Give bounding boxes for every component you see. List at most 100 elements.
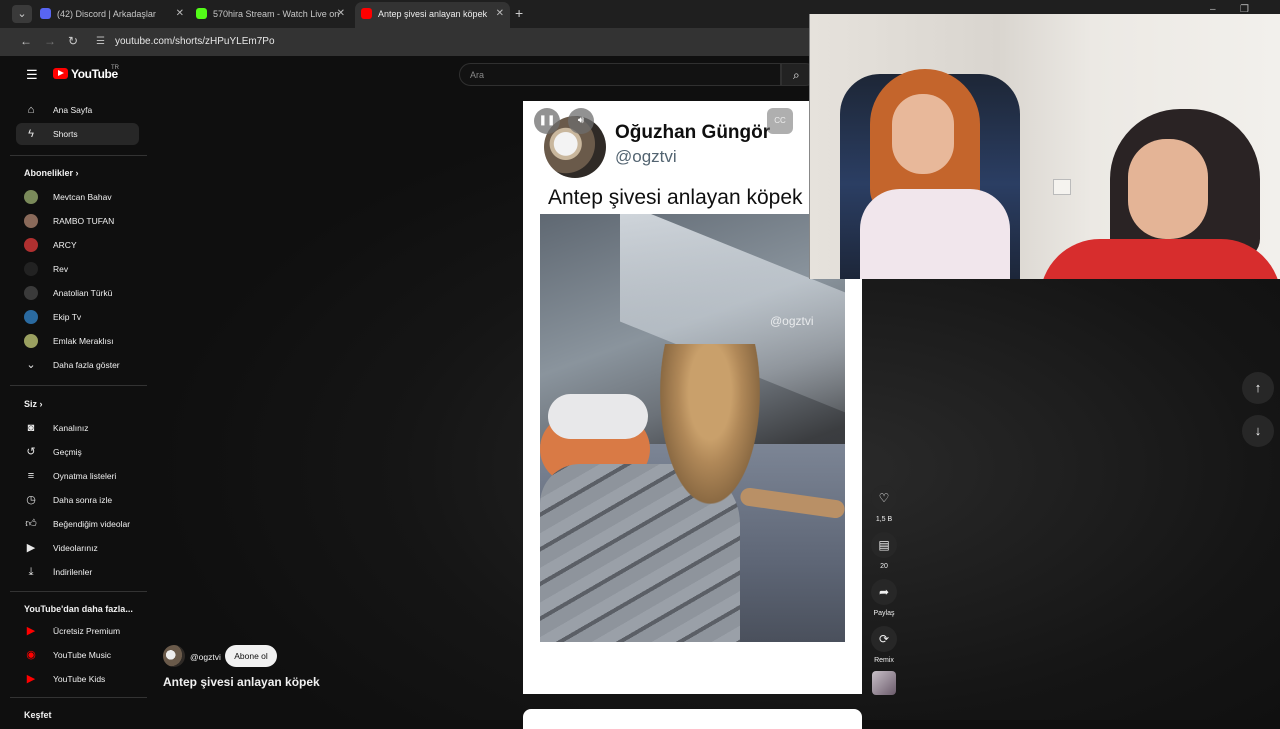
sidebar-item-liked-videos[interactable]: 👍︎ Beğendiğim videolar — [16, 513, 139, 535]
arrow-up-icon: ↑ — [1254, 380, 1262, 395]
arrow-down-icon: ↓ — [1254, 423, 1262, 438]
share-label: Paylaş — [873, 610, 895, 617]
tweet-author-handle: @ogztvi — [615, 147, 677, 166]
heart-icon: ♡ — [878, 491, 890, 505]
captions-button[interactable]: CC — [767, 108, 793, 134]
sidebar-item-home[interactable]: ⌂ Ana Sayfa — [16, 99, 139, 121]
avatar — [24, 214, 38, 228]
sidebar-item-subscription[interactable]: Mevtcan Bahav — [16, 186, 139, 208]
new-tab-button[interactable]: + — [515, 5, 523, 21]
like-button[interactable]: ♡ — [871, 485, 897, 511]
reload-icon[interactable]: ↻ — [68, 34, 78, 48]
more-from-youtube-heading: YouTube'dan daha fazla... — [24, 604, 133, 614]
person-left-face — [892, 94, 954, 174]
comment-icon: ▤ — [878, 538, 890, 552]
person-right-body — [1040, 239, 1280, 279]
like-count: 1,5 B — [875, 516, 893, 523]
youtube-sidebar: ☰ YouTube TR ⌂ Ana Sayfa ϟ Shorts Abonel… — [10, 56, 150, 720]
search-icon: ⌕ — [793, 68, 800, 82]
sidebar-item-your-videos[interactable]: ▶ Videolarınız — [16, 537, 139, 559]
channel-icon: ◙ — [27, 422, 35, 434]
history-icon: ↺ — [26, 446, 36, 458]
home-icon: ⌂ — [27, 104, 35, 116]
share-button[interactable]: ➦ — [871, 579, 897, 605]
comment-button[interactable]: ▤ — [871, 532, 897, 558]
sidebar-item-subscription[interactable]: Anatolian Türkü — [16, 282, 139, 304]
sidebar-item-shorts[interactable]: ϟ Shorts — [16, 123, 139, 145]
sidebar-item-kids[interactable]: ▶ YouTube Kids — [16, 668, 139, 690]
volume-button[interactable]: 🔊︎ — [568, 108, 594, 134]
menu-icon[interactable]: ☰ — [26, 67, 38, 83]
wall-switch — [1053, 179, 1071, 195]
avatar — [24, 286, 38, 300]
search-placeholder: Ara — [470, 70, 485, 80]
tab-youtube-active[interactable]: Antep şivesi anlayan köpek ✕ — [355, 2, 510, 28]
sidebar-item-playlists[interactable]: ≡ Oynatma listeleri — [16, 465, 139, 487]
region-badge: TR — [111, 65, 119, 71]
search-input[interactable]: Ara — [459, 63, 781, 86]
pause-button[interactable]: ❚❚ — [534, 108, 560, 134]
previous-short-button[interactable]: ↑ — [1242, 372, 1274, 404]
tab-kick[interactable]: 570hira Stream - Watch Live on ✕ — [196, 2, 351, 28]
close-icon[interactable]: ✕ — [496, 2, 504, 26]
white-pillow — [548, 394, 648, 439]
sidebar-item-premium[interactable]: ▶ Ücretsiz Premium — [16, 620, 139, 642]
next-short-button[interactable]: ↓ — [1242, 415, 1274, 447]
person-left-body — [860, 189, 1010, 279]
clock-icon: ◷ — [26, 494, 36, 506]
forward-arrow-icon[interactable]: → — [44, 34, 56, 48]
pause-icon: ❚❚ — [538, 115, 556, 126]
avatar — [24, 310, 38, 324]
channel-avatar[interactable] — [163, 645, 185, 667]
person-right-face — [1128, 139, 1208, 239]
comment-count: 20 — [880, 563, 888, 570]
subscriptions-heading[interactable]: Abonelikler › — [24, 168, 79, 178]
sidebar-item-subscription[interactable]: Rev — [16, 258, 139, 280]
next-short-preview[interactable] — [523, 709, 862, 729]
close-icon[interactable]: ✕ — [176, 2, 184, 26]
playlist-icon: ≡ — [27, 470, 35, 482]
back-arrow-icon[interactable]: ← — [20, 34, 32, 48]
sidebar-item-downloads[interactable]: ⤓ İndirilenler — [16, 561, 139, 583]
close-icon[interactable]: ✕ — [337, 2, 345, 26]
share-icon: ➦ — [878, 585, 890, 599]
url-text[interactable]: youtube.com/shorts/zHPuYLEm7Po — [115, 36, 275, 47]
subscribe-button[interactable]: Abone ol — [225, 645, 277, 667]
captions-icon: CC — [774, 116, 786, 125]
shorts-icon: ϟ — [28, 128, 34, 140]
video-icon: ▶ — [26, 542, 36, 554]
explore-heading: Keşfet — [24, 710, 52, 720]
chevron-right-icon: › — [75, 168, 79, 178]
sidebar-item-subscription[interactable]: Ekip Tv — [16, 306, 139, 328]
site-info-icon[interactable]: ☰ — [96, 36, 105, 47]
audio-thumbnail[interactable] — [872, 671, 896, 695]
channel-name[interactable]: @ogztvi — [190, 652, 221, 662]
sidebar-item-your-channel[interactable]: ◙ Kanalınız — [16, 417, 139, 439]
remix-button[interactable]: ⟳ — [871, 626, 897, 652]
sidebar-item-watch-later[interactable]: ◷ Daha sonra izle — [16, 489, 139, 511]
kick-icon — [196, 8, 207, 20]
divider — [10, 155, 147, 156]
divider — [10, 591, 147, 592]
download-icon: ⤓ — [28, 566, 34, 578]
sidebar-item-subscription[interactable]: Emlak Meraklısı — [16, 330, 139, 352]
sidebar-item-music[interactable]: ◉ YouTube Music — [16, 644, 139, 666]
volume-icon: 🔊︎ — [577, 115, 585, 126]
dog-video-frame: @ogztvi — [540, 214, 845, 642]
avatar — [24, 190, 38, 204]
sidebar-item-subscription[interactable]: RAMBO TUFAN — [16, 210, 139, 232]
sidebar-item-subscription[interactable]: ARCY — [16, 234, 139, 256]
remix-label: Remix — [874, 657, 894, 664]
youtube-logo-icon[interactable] — [53, 68, 68, 79]
sidebar-item-history[interactable]: ↺ Geçmiş — [16, 441, 139, 463]
tab-search-chevron-icon[interactable]: ⌄ — [12, 5, 32, 23]
thumb-up-icon: 👍︎ — [25, 518, 37, 530]
avatar — [24, 262, 38, 276]
tab-discord[interactable]: (42) Discord | Arkadaşlar ✕ — [40, 2, 190, 28]
sidebar-item-show-more[interactable]: ⌄ Daha fazla göster — [16, 354, 139, 376]
you-heading[interactable]: Siz › — [24, 399, 43, 409]
tweet-author-name: Oğuzhan Güngör — [615, 122, 771, 143]
webcam-overlay — [809, 14, 1280, 279]
chevron-down-icon: ⌄ — [26, 359, 36, 371]
avatar — [24, 334, 38, 348]
